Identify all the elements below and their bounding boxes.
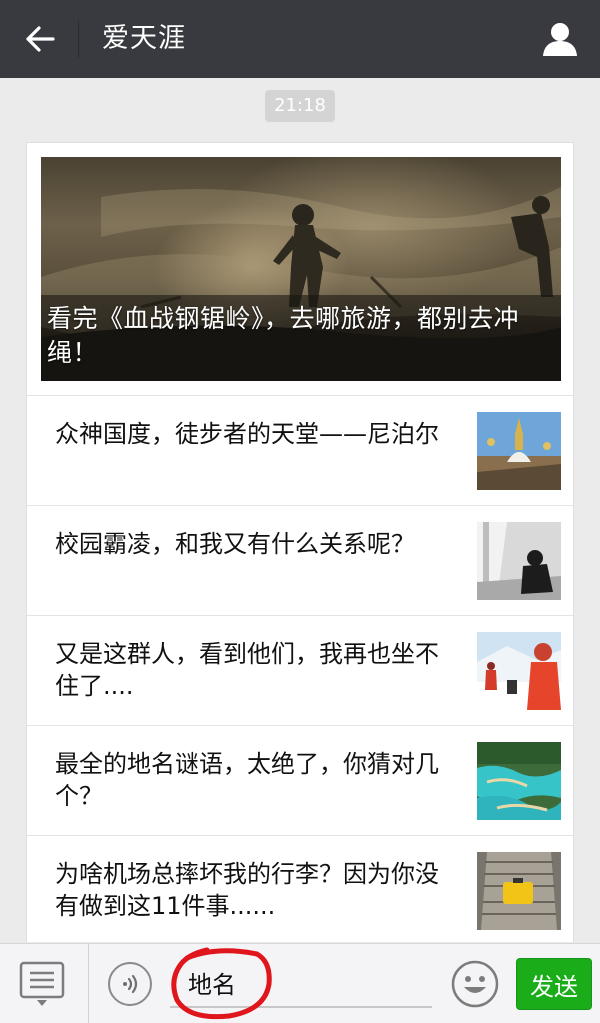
smiley-icon [451, 960, 499, 1008]
article-item-title: 众神国度，徒步者的天堂——尼泊尔 [55, 420, 439, 448]
bar-divider [88, 944, 89, 1023]
skiers-thumbnail [477, 632, 561, 710]
back-button[interactable] [18, 19, 62, 59]
menu-toggle-button[interactable] [18, 960, 66, 1008]
article-item-skiers[interactable]: 又是这群人，看到他们，我再也坐不住了.... [27, 615, 573, 725]
nav-divider [78, 20, 79, 58]
voice-icon [123, 974, 138, 994]
menu-list-icon [19, 961, 65, 1006]
chat-title: 爱天涯 [102, 23, 186, 54]
emoji-button[interactable] [450, 959, 500, 1009]
article-item-title: 最全的地名谜语，太绝了，你猜对几个？ [55, 750, 439, 810]
message-input[interactable] [170, 958, 432, 1008]
hero-article-title: 看完《血战钢锯岭》，去哪旅游，都别去冲绳！ [47, 304, 520, 367]
nepal-stupa-thumbnail [477, 412, 561, 490]
turquoise-pools-thumbnail [477, 742, 561, 820]
top-nav-bar: 爱天涯 [0, 0, 600, 78]
message-timestamp: 21:18 [265, 90, 335, 122]
profile-button[interactable] [538, 18, 582, 60]
article-item-title: 为啥机场总摔坏我的行李？因为你没有做到这11件事...... [55, 860, 439, 920]
article-item-place-riddles[interactable]: 最全的地名谜语，太绝了，你猜对几个？ [27, 725, 573, 835]
arrow-left-icon [26, 26, 55, 52]
send-button[interactable]: 发送 [516, 958, 592, 1010]
article-card: 看完《血战钢锯岭》，去哪旅游，都别去冲绳！ 众神国度，徒步者的天堂——尼泊尔 校… [26, 142, 574, 942]
sitting-person-thumbnail [477, 522, 561, 600]
user-icon [543, 23, 577, 56]
article-item-bullying[interactable]: 校园霸凌，和我又有什么关系呢？ [27, 505, 573, 615]
article-item-title: 又是这群人，看到他们，我再也坐不住了.... [55, 640, 439, 700]
article-item-title: 校园霸凌，和我又有什么关系呢？ [55, 530, 415, 558]
message-input-bar: 发送 [0, 943, 600, 1023]
article-item-nepal[interactable]: 众神国度，徒步者的天堂——尼泊尔 [27, 395, 573, 505]
article-item-luggage[interactable]: 为啥机场总摔坏我的行李？因为你没有做到这11件事...... [27, 835, 573, 942]
hero-article[interactable]: 看完《血战钢锯岭》，去哪旅游，都别去冲绳！ [41, 157, 561, 381]
luggage-escalator-thumbnail [477, 852, 561, 930]
voice-input-button[interactable] [108, 962, 152, 1006]
